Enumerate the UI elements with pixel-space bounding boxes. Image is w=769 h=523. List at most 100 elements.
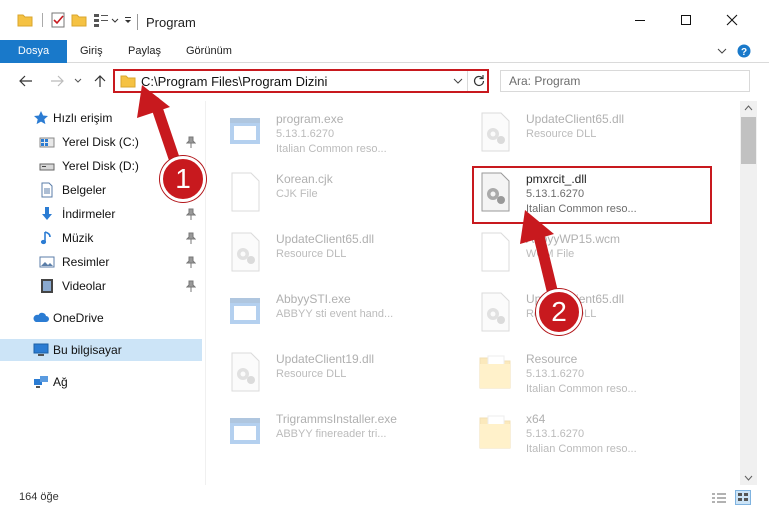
sidebar-item-network[interactable]: Ağ [0,371,202,393]
address-bar[interactable]: C:\Program Files\Program Dizini [113,69,489,93]
file-detail: 5.13.1.6270 [276,128,335,140]
customize-qa-icon[interactable] [123,12,133,28]
details-view-icon[interactable] [711,492,727,504]
window-title: Program [146,15,196,30]
sidebar-item-onedrive[interactable]: OneDrive [0,307,202,329]
minimize-icon [635,20,645,21]
ribbon-tabs: Dosya Giriş Paylaş Görünüm ? [0,40,769,63]
tab-view[interactable]: Görünüm [186,40,232,63]
callout-badge-2: 2 [536,289,582,335]
file-detail-2: Italian Common reso... [526,443,637,455]
pictures-icon [39,256,55,268]
address-path: C:\Program Files\Program Dizini [141,74,328,89]
up-icon[interactable] [92,73,108,89]
sidebar-label: OneDrive [53,311,104,325]
dll-icon [481,292,510,332]
sidebar-label: Belgeler [62,183,107,197]
file-detail-2: Italian Common reso... [276,143,387,155]
title-bar: Program [0,0,769,40]
svg-text:?: ? [741,47,747,58]
file-item[interactable]: UpdateClient65.dll Resource DLL [206,224,456,280]
refresh-icon[interactable] [472,74,486,88]
sidebar-label: Müzik [62,231,94,245]
file-item[interactable]: Korean.cjk CJK File [206,164,456,220]
file-name: program.exe [276,112,344,126]
file-item[interactable]: x64 5.13.1.6270 Italian Common reso... [456,404,706,460]
pin-icon[interactable] [186,256,196,268]
sidebar-label: İndirmeler [62,207,116,221]
file-item[interactable]: Resource 5.13.1.6270 Italian Common reso..… [456,344,706,400]
file-item[interactable]: AbbyySTI.exe ABBYY sti event hand... [206,284,456,340]
file-item[interactable]: UpdateClient19.dll Resource DLL [206,344,456,400]
sidebar-item-quick-access[interactable]: Hızlı erişim [0,107,202,129]
file-detail: ABBYY finereader tri... [276,428,387,440]
properties-icon[interactable] [50,12,66,28]
forward-icon[interactable] [49,73,65,89]
maximize-button[interactable] [663,0,709,40]
status-bar: 164 öğe [0,485,769,523]
close-icon [726,14,738,26]
file-item[interactable]: UpdateClient65.dll Resource DLL [456,104,706,160]
pin-icon[interactable] [186,208,196,220]
highlight-box [472,166,712,224]
folder-icon [17,14,33,27]
file-item[interactable]: TrigrammsInstaller.exe ABBYY finereader t… [206,404,456,460]
pin-icon[interactable] [186,136,196,148]
sidebar-item-pictures[interactable]: Resimler [0,251,202,273]
recent-locations-icon[interactable] [73,73,83,89]
scrollbar-thumb[interactable] [741,117,756,164]
help-icon[interactable]: ? [737,44,751,58]
tab-share[interactable]: Paylaş [128,40,161,63]
network-icon [34,376,48,388]
sidebar-item-drive-c[interactable]: Yerel Disk (C:) [0,131,202,153]
sidebar-item-music[interactable]: Müzik [0,227,202,249]
back-icon[interactable] [18,73,34,89]
onedrive-icon [33,312,49,322]
file-name: UpdateClient65.dll [526,112,625,126]
file-detail: CJK File [276,188,318,200]
drive-c-icon [39,137,55,148]
address-dropdown-icon[interactable] [453,76,463,86]
separator-icon [42,13,43,27]
scroll-down-icon[interactable] [744,473,753,482]
dll-icon [231,352,260,392]
vertical-scrollbar[interactable] [740,101,757,485]
sidebar-label: Ağ [53,375,68,389]
file-icon [481,232,510,272]
file-detail: Resource DLL [276,248,347,260]
tab-file[interactable]: Dosya [0,40,67,63]
view-icon[interactable] [93,12,111,28]
pin-icon[interactable] [186,280,196,292]
sidebar-label: Videolar [62,279,106,293]
file-item[interactable]: program.exe 5.13.1.6270 Italian Common res… [206,104,456,160]
file-name: AbbyyWP15.wcm [526,232,621,246]
sidebar-label: Resimler [62,255,110,269]
minimize-button[interactable] [617,0,663,40]
file-name: UpdateClient65.dll [276,232,375,246]
pin-icon[interactable] [186,232,196,244]
dll-icon [231,232,260,272]
sidebar-label: Hızlı erişim [53,111,113,125]
new-folder-icon[interactable] [71,12,87,28]
file-item[interactable]: AbbyyWP15.wcm WCM File [456,224,706,280]
file-list: program.exe 5.13.1.6270 Italian Common res… [206,101,739,485]
search-box[interactable]: Ara: Program [500,70,750,92]
dropdown-icon[interactable] [110,12,120,28]
large-icons-view-icon[interactable] [735,490,751,505]
downloads-icon [42,207,52,220]
videos-icon [41,279,53,293]
tab-home[interactable]: Giriş [80,40,103,63]
sidebar-item-downloads[interactable]: İndirmeler [0,203,202,225]
file-icon [231,172,260,212]
drive-d-icon [39,163,55,171]
file-detail: ABBYY sti event hand... [276,308,394,320]
sidebar-item-videos[interactable]: Videolar [0,275,202,297]
expand-ribbon-icon[interactable] [716,45,728,57]
file-name: TrigrammsInstaller.exe [276,412,397,426]
exe-icon [230,118,260,144]
sidebar-item-this-pc[interactable]: Bu bilgisayar [0,339,202,361]
scroll-up-icon[interactable] [744,104,753,113]
close-button[interactable] [709,0,755,40]
file-detail: Resource DLL [276,368,347,380]
computer-icon [33,343,49,356]
